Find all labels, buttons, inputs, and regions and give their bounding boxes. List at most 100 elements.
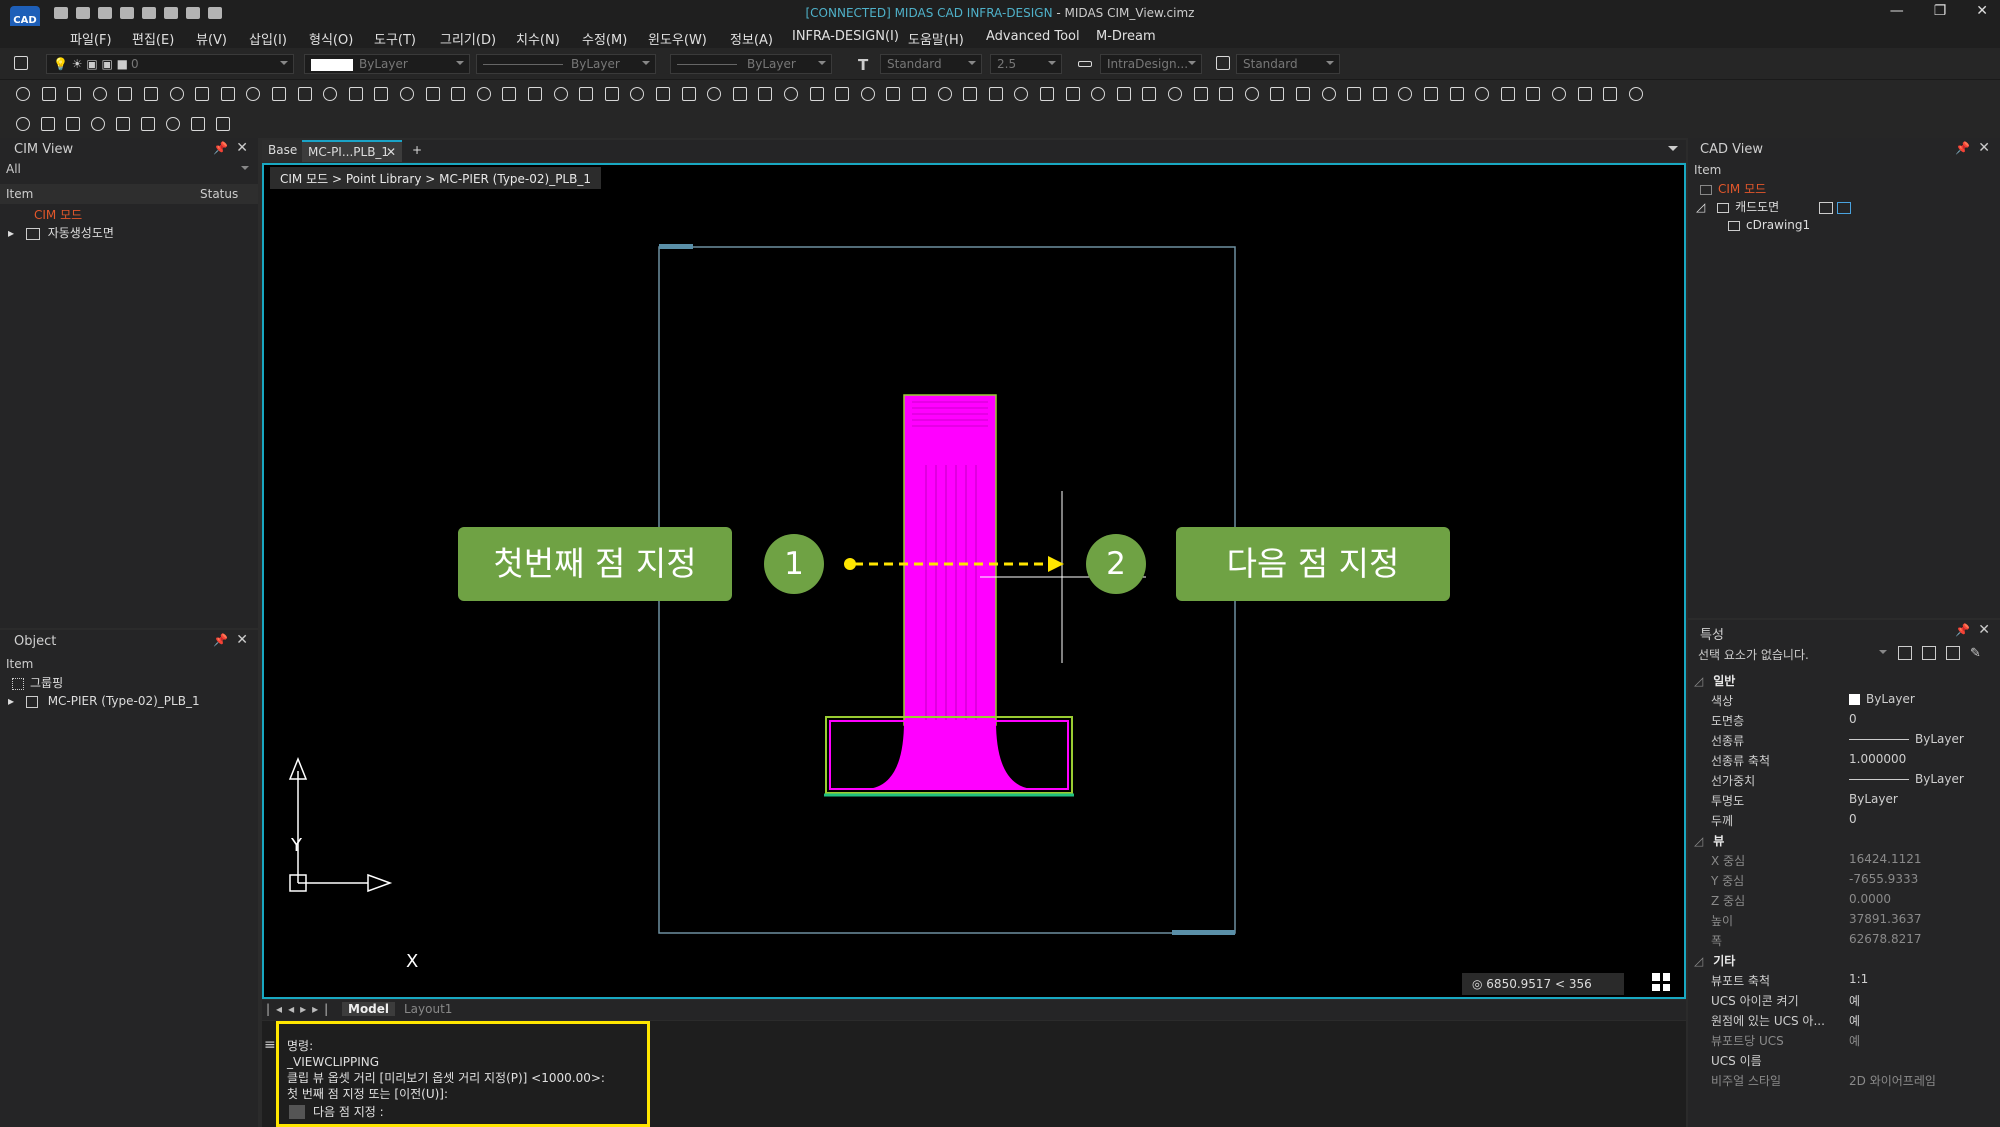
toolbar-tool-icon[interactable] bbox=[1012, 85, 1030, 103]
toolbar-tool-icon[interactable] bbox=[193, 85, 211, 103]
toolbar-tool-icon[interactable] bbox=[808, 85, 826, 103]
toolbar-tool-icon[interactable] bbox=[1576, 85, 1594, 103]
toolbar-tool-icon[interactable] bbox=[219, 85, 237, 103]
pier-column[interactable] bbox=[903, 394, 997, 726]
toolbar-tool-icon[interactable] bbox=[910, 85, 928, 103]
tab-base[interactable]: Base bbox=[262, 140, 304, 162]
toolbar-tool-icon[interactable] bbox=[782, 85, 800, 103]
text-style-icon[interactable]: T bbox=[856, 54, 874, 74]
toolbar-tool-icon[interactable] bbox=[1294, 85, 1312, 103]
prop-value[interactable]: ByLayer bbox=[1849, 792, 1898, 806]
quick-select-icon[interactable] bbox=[1898, 646, 1912, 660]
wrench-icon[interactable]: ✎ bbox=[1970, 646, 1981, 661]
toolbar-tool-icon[interactable] bbox=[321, 85, 339, 103]
text-height-select[interactable]: 2.5 bbox=[990, 54, 1062, 74]
toolbar-tool-icon[interactable] bbox=[347, 85, 365, 103]
dim-style-icon[interactable] bbox=[1076, 54, 1094, 72]
tree-item-cim-mode[interactable]: CIM 모드 bbox=[34, 206, 82, 223]
section-view[interactable]: ◿ 뷰 bbox=[1694, 832, 1724, 849]
menu-draw[interactable]: 그리기(D) bbox=[440, 29, 496, 48]
restore-button[interactable]: ❐ bbox=[1934, 3, 1947, 19]
toolbar-tool-icon[interactable] bbox=[1422, 85, 1440, 103]
toolbar-tool-icon[interactable] bbox=[500, 85, 518, 103]
toolbar-tool-icon[interactable] bbox=[1243, 85, 1261, 103]
cad-tree-cim-mode[interactable]: CIM 모드 bbox=[1700, 180, 1766, 197]
toolbar-tool-icon[interactable] bbox=[1396, 85, 1414, 103]
toolbar-tool-icon[interactable] bbox=[1064, 85, 1082, 103]
table-style-select[interactable]: Standard bbox=[1236, 54, 1340, 74]
text-style-select[interactable]: Standard bbox=[880, 54, 982, 74]
toolbar-tool-icon[interactable] bbox=[577, 85, 595, 103]
toolbar-tool-icon[interactable] bbox=[654, 85, 672, 103]
prop-value[interactable]: 1.000000 bbox=[1849, 752, 1906, 766]
toolbar-tool-icon[interactable] bbox=[1448, 85, 1466, 103]
toolbar-tool-icon[interactable] bbox=[1089, 85, 1107, 103]
selection-select[interactable]: 선택 요소가 없습니다. bbox=[1692, 644, 1892, 664]
toolbar-tool-icon[interactable] bbox=[1524, 85, 1542, 103]
tree-item-auto-drawing[interactable]: ▸ 자동생성도면 bbox=[8, 224, 114, 241]
close-icon[interactable]: ✕ bbox=[236, 632, 248, 648]
toolbar-tool-icon[interactable] bbox=[705, 85, 723, 103]
toolbar-tool-icon[interactable] bbox=[116, 85, 134, 103]
layout-nav-icons[interactable]: |◂◂▸▸| bbox=[266, 1002, 334, 1016]
cim-filter-select[interactable]: All bbox=[0, 160, 254, 180]
toolbar-tool-icon[interactable] bbox=[142, 85, 160, 103]
prop-color-value[interactable]: ByLayer bbox=[1849, 692, 1915, 706]
pin-icon[interactable]: 📌 bbox=[1955, 141, 1970, 155]
toolbar-tool-icon[interactable] bbox=[14, 115, 32, 133]
toolbar-tool-icon[interactable] bbox=[244, 85, 262, 103]
tab-mc-pier[interactable]: MC-PI...PLB_1 ✕ bbox=[302, 140, 402, 162]
tree-item-grouping[interactable]: 그룹핑 bbox=[12, 674, 63, 691]
toolbar-tool-icon[interactable] bbox=[270, 85, 288, 103]
pin-icon[interactable]: 📌 bbox=[213, 141, 228, 155]
toolbar-tool-icon[interactable] bbox=[628, 85, 646, 103]
menu-infra-design[interactable]: INFRA-DESIGN(I) bbox=[792, 29, 899, 44]
prop-value[interactable]: 예 bbox=[1849, 992, 1860, 1009]
prop-value[interactable]: 0 bbox=[1849, 712, 1857, 726]
viewport-layout-icon[interactable] bbox=[1652, 973, 1670, 991]
toolbar-tool-icon[interactable] bbox=[1345, 85, 1363, 103]
command-history[interactable]: 명령: _VIEWCLIPPING 클립 뷰 옵셋 거리 [미리보기 옵셋 거리… bbox=[276, 1021, 650, 1127]
toolbar-tool-icon[interactable] bbox=[756, 85, 774, 103]
tab-list-icon[interactable] bbox=[1668, 146, 1678, 156]
dim-style-select[interactable]: IntraDesign... bbox=[1100, 54, 1202, 74]
toolbar-tool-icon[interactable] bbox=[1473, 85, 1491, 103]
prop-value[interactable]: 0 bbox=[1849, 812, 1857, 826]
menu-help[interactable]: 도움말(H) bbox=[908, 29, 964, 48]
toolbar-tool-icon[interactable] bbox=[1601, 85, 1619, 103]
toolbar-tool-icon[interactable] bbox=[398, 85, 416, 103]
clip-handle[interactable] bbox=[659, 244, 693, 249]
select-objects-icon[interactable] bbox=[1946, 646, 1960, 660]
toolbar-tool-icon[interactable] bbox=[1217, 85, 1235, 103]
toolbar-tool-icon[interactable] bbox=[1038, 85, 1056, 103]
menu-window[interactable]: 윈도우(W) bbox=[648, 29, 707, 48]
menu-icon[interactable]: ≡ bbox=[264, 1037, 276, 1053]
toolbar-tool-icon[interactable] bbox=[139, 115, 157, 133]
close-icon[interactable]: ✕ bbox=[1978, 622, 1990, 638]
menu-format[interactable]: 형식(O) bbox=[309, 29, 353, 48]
toolbar-tool-icon[interactable] bbox=[168, 85, 186, 103]
toolbar-tool-icon[interactable] bbox=[1550, 85, 1568, 103]
toolbar-tool-icon[interactable] bbox=[833, 85, 851, 103]
toolbar-tool-icon[interactable] bbox=[603, 85, 621, 103]
pin-icon[interactable]: 📌 bbox=[1955, 623, 1970, 637]
minimize-button[interactable]: — bbox=[1890, 3, 1904, 19]
toolbar-tool-icon[interactable] bbox=[1268, 85, 1286, 103]
drawing-viewport[interactable]: CIM 모드 > Point Library > MC-PIER (Type-0… bbox=[262, 163, 1686, 999]
toolbar-tool-icon[interactable] bbox=[114, 115, 132, 133]
layer-manager-icon[interactable] bbox=[12, 54, 30, 72]
pin-icon[interactable]: 📌 bbox=[213, 633, 228, 647]
toolbar-tool-icon[interactable] bbox=[731, 85, 749, 103]
view-icon[interactable] bbox=[1819, 201, 1834, 214]
toolbar-tool-icon[interactable] bbox=[449, 85, 467, 103]
menu-tools[interactable]: 도구(T) bbox=[374, 29, 416, 48]
menu-modify[interactable]: 수정(M) bbox=[582, 29, 627, 48]
color-select[interactable]: ByLayer bbox=[304, 54, 470, 74]
lineweight-select[interactable]: ByLayer bbox=[670, 54, 832, 74]
tab-model[interactable]: Model bbox=[342, 1002, 396, 1016]
menu-m-dream[interactable]: M-Dream bbox=[1096, 29, 1156, 44]
expand-icon[interactable]: ▸ bbox=[8, 226, 14, 240]
toolbar-tool-icon[interactable] bbox=[1627, 85, 1645, 103]
toolbar-tool-icon[interactable] bbox=[372, 85, 390, 103]
toolbar-tool-icon[interactable] bbox=[296, 85, 314, 103]
